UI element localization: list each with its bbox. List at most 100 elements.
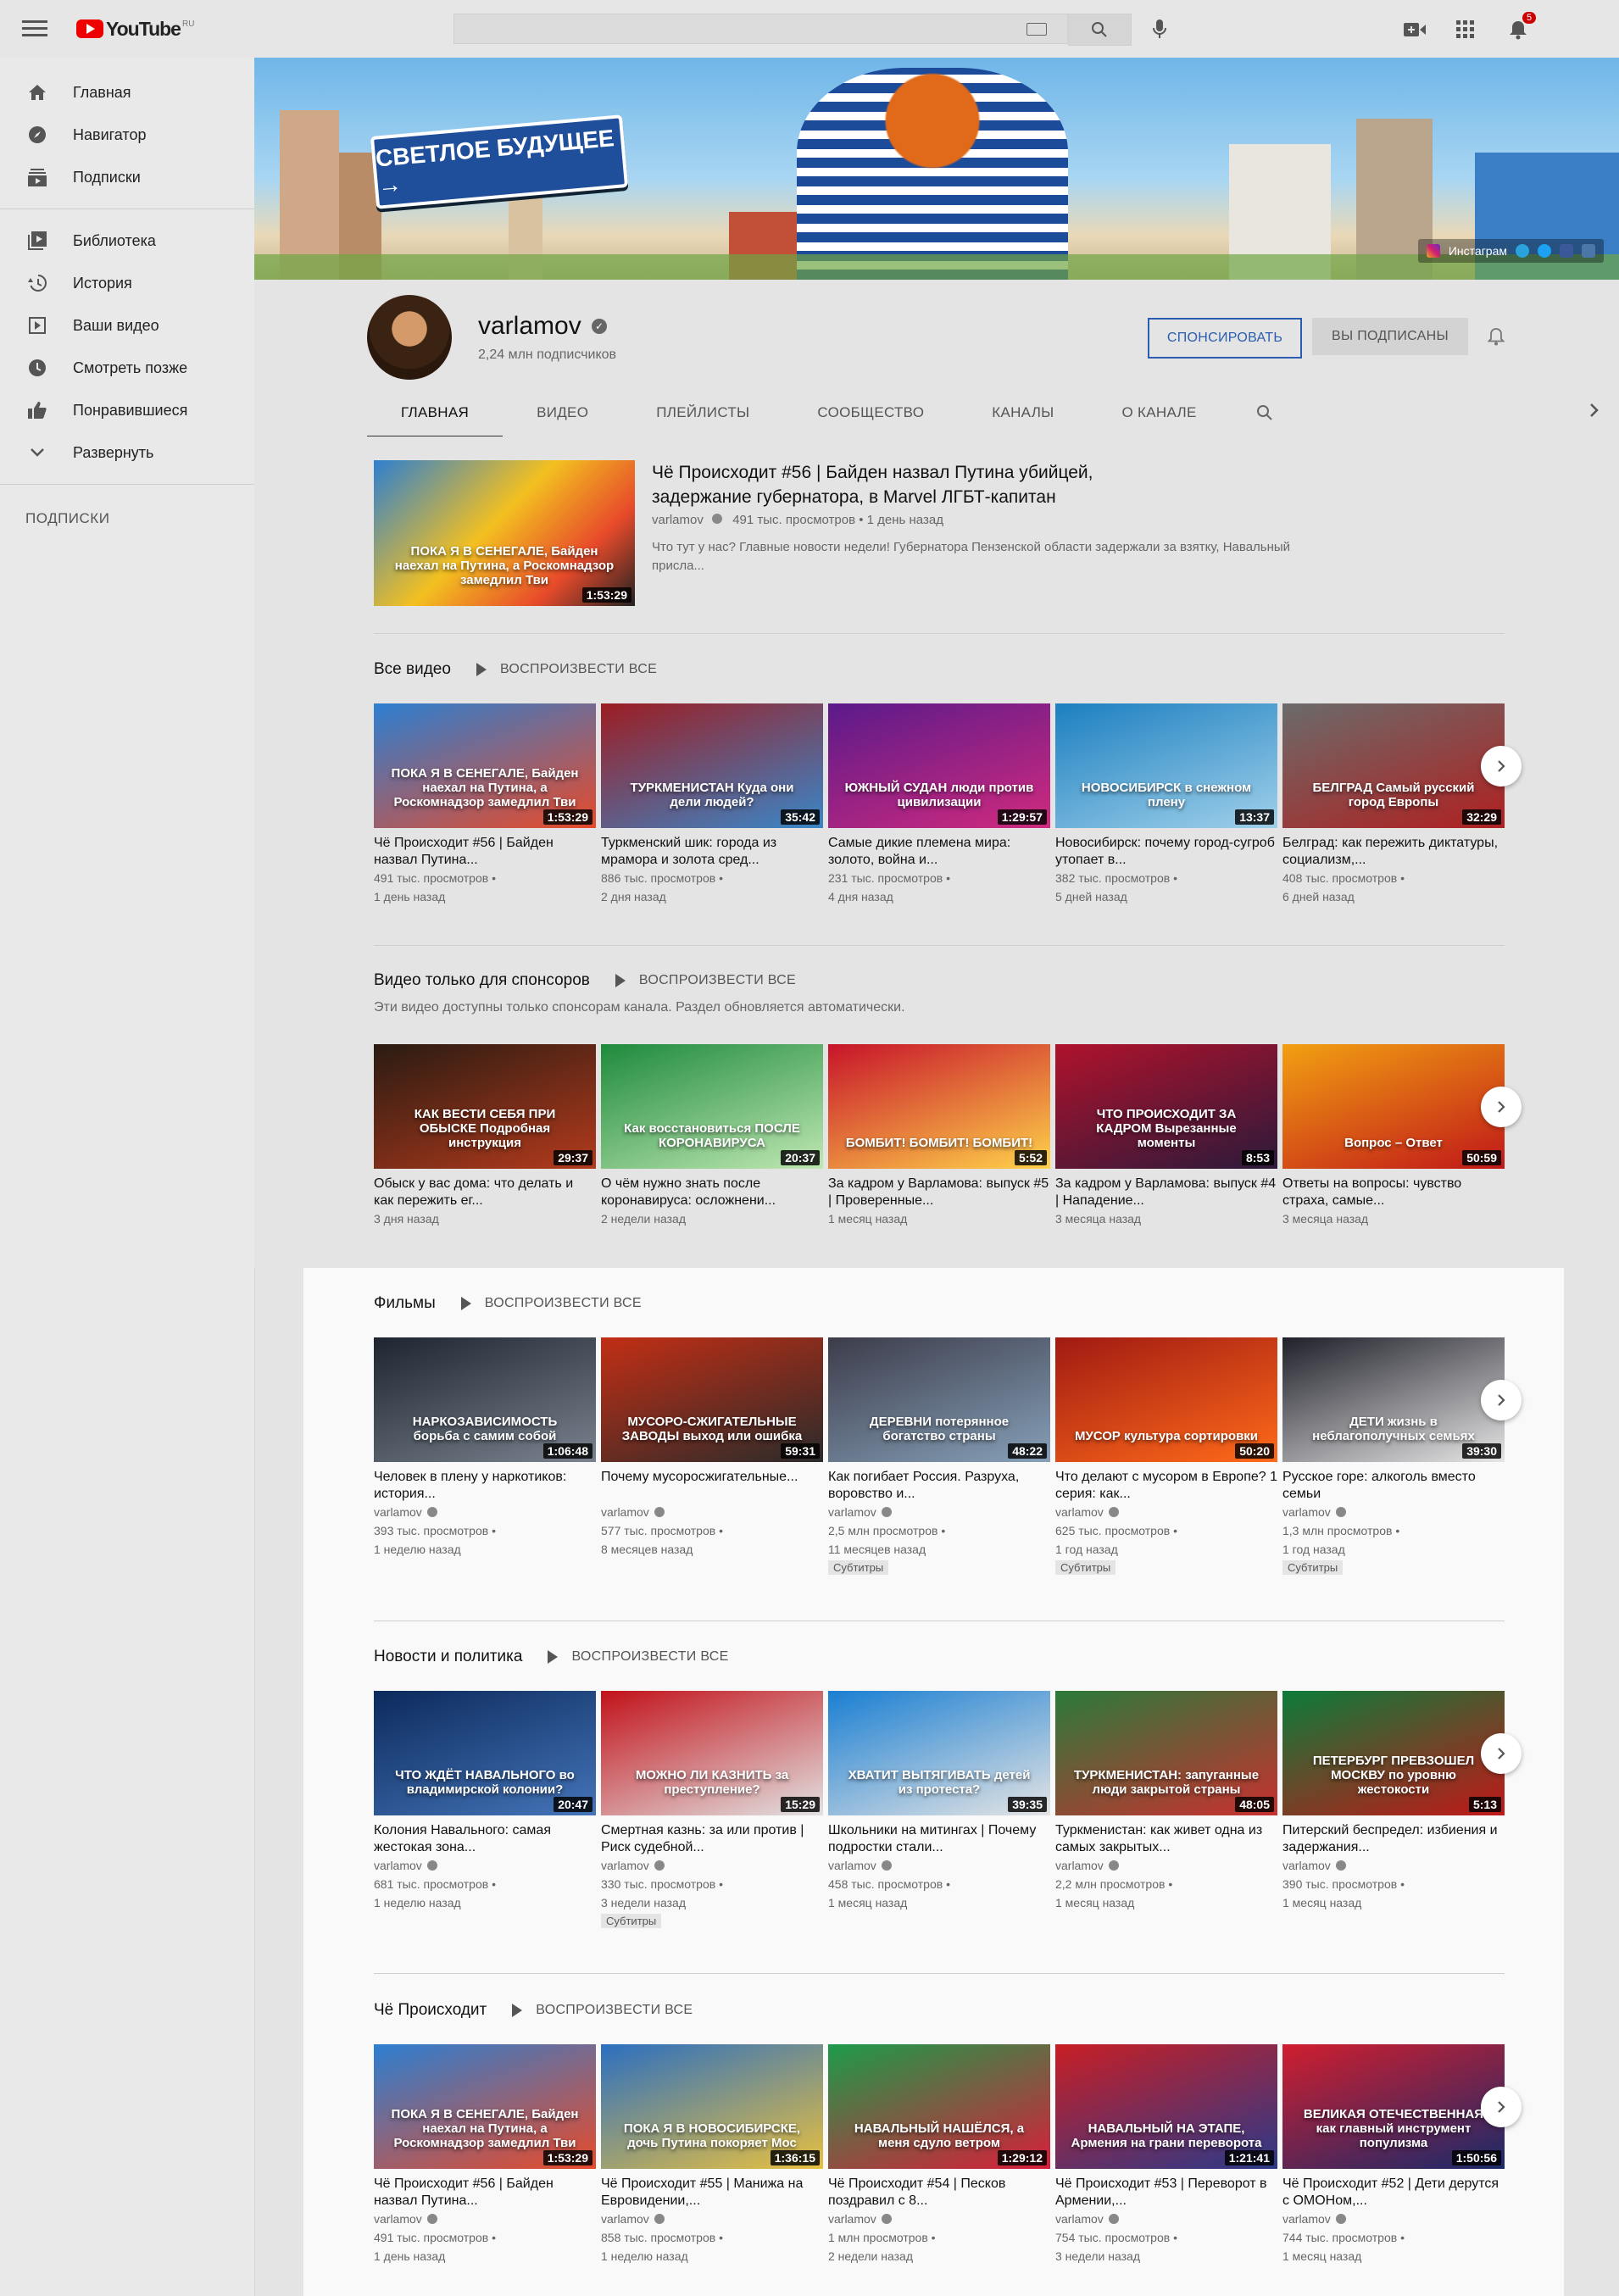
video-title[interactable]: Белград: как пережить диктатуры, социали… bbox=[1282, 835, 1505, 869]
video-title[interactable]: Самые дикие племена мира: золото, война … bbox=[828, 835, 1050, 869]
shelf-title[interactable]: Новости и политика bbox=[374, 1648, 522, 1666]
video-title[interactable]: Почему мусоросжигательные... bbox=[601, 1469, 823, 1503]
shelf-next-arrow-icon[interactable] bbox=[1481, 1733, 1522, 1774]
video-card[interactable]: ТУРКМЕНИСТАН Куда они дели людей? 35:42 … bbox=[601, 703, 823, 906]
shelf-title[interactable]: Фильмы bbox=[374, 1294, 436, 1313]
instagram-link[interactable]: Инстаграм bbox=[1449, 244, 1507, 258]
tab-community[interactable]: СООБЩЕСТВО bbox=[783, 390, 958, 436]
create-video-icon[interactable] bbox=[1402, 17, 1427, 42]
shelf-next-arrow-icon[interactable] bbox=[1481, 746, 1522, 787]
sidebar-item-history[interactable]: История bbox=[0, 262, 254, 304]
channel-name[interactable]: varlamov bbox=[828, 1503, 876, 1521]
video-title[interactable]: Чё Происходит #54 | Песков поздравил с 8… bbox=[828, 2176, 1050, 2210]
video-thumbnail[interactable]: ЧТО ЖДЁТ НАВАЛЬНОГО во владимирской коло… bbox=[374, 1691, 596, 1815]
video-title[interactable]: Чё Происходит #55 | Манижа на Евровидени… bbox=[601, 2176, 823, 2210]
video-thumbnail[interactable]: НАВАЛЬНЫЙ НА ЭТАПЕ, Армения на грани пер… bbox=[1055, 2044, 1277, 2169]
channel-name[interactable]: varlamov bbox=[601, 1856, 649, 1875]
video-title[interactable]: Ответы на вопросы: чувство страха, самые… bbox=[1282, 1176, 1505, 1209]
video-thumbnail[interactable]: НОВОСИБИРСК в снежном плену 13:37 bbox=[1055, 703, 1277, 828]
video-card[interactable]: ДЕРЕВНИ потерянное богатство страны 48:2… bbox=[828, 1337, 1050, 1576]
video-title[interactable]: Чё Происходит #52 | Дети дерутся с ОМОНо… bbox=[1282, 2176, 1505, 2210]
sidebar-item-subscriptions[interactable]: Подписки bbox=[0, 156, 254, 198]
video-card[interactable]: ПЕТЕРБУРГ ПРЕВЗОШЕЛ МОСКВУ по уровню жес… bbox=[1282, 1691, 1505, 1929]
channel-name[interactable]: varlamov bbox=[374, 1503, 422, 1521]
video-title[interactable]: Чё Происходит #56 | Байден назвал Путина… bbox=[374, 2176, 596, 2210]
video-card[interactable]: ПОКА Я В СЕНЕГАЛЕ, Байден наехал на Пути… bbox=[374, 2044, 596, 2265]
video-channel[interactable]: varlamov bbox=[601, 1503, 823, 1521]
video-thumbnail[interactable]: ДЕРЕВНИ потерянное богатство страны 48:2… bbox=[828, 1337, 1050, 1462]
sidebar-item-home[interactable]: Главная bbox=[0, 71, 254, 114]
shelf-title[interactable]: Все видео bbox=[374, 660, 451, 679]
play-all-button[interactable]: ВОСПРОИЗВЕСТИ ВСЕ bbox=[512, 2003, 693, 2018]
video-card[interactable]: ВЕЛИКАЯ ОТЕЧЕСТВЕННАЯ как главный инстру… bbox=[1282, 2044, 1505, 2265]
shelf-title[interactable]: Чё Происходит bbox=[374, 2001, 487, 2020]
video-title[interactable]: За кадром у Варламова: выпуск #4 | Напад… bbox=[1055, 1176, 1277, 1209]
channel-name[interactable]: varlamov bbox=[1055, 1856, 1104, 1875]
video-card[interactable]: ПОКА Я В НОВОСИБИРСКЕ, дочь Путина покор… bbox=[601, 2044, 823, 2265]
tab-home[interactable]: ГЛАВНАЯ bbox=[367, 390, 504, 438]
channel-name[interactable]: varlamov bbox=[374, 2210, 422, 2228]
video-title[interactable]: Обыск у вас дома: что делать и как переж… bbox=[374, 1176, 596, 1209]
play-all-button[interactable]: ВОСПРОИЗВЕСТИ ВСЕ bbox=[460, 1296, 642, 1311]
sidebar-item-expand[interactable]: Развернуть bbox=[0, 431, 254, 474]
play-all-button[interactable]: ВОСПРОИЗВЕСТИ ВСЕ bbox=[476, 662, 657, 677]
video-title[interactable]: Человек в плену у наркотиков: история... bbox=[374, 1469, 596, 1503]
video-thumbnail[interactable]: ПОКА Я В СЕНЕГАЛЕ, Байден наехал на Пути… bbox=[374, 703, 596, 828]
video-card[interactable]: ЧТО ЖДЁТ НАВАЛЬНОГО во владимирской коло… bbox=[374, 1691, 596, 1929]
video-channel[interactable]: varlamov bbox=[374, 1503, 596, 1521]
video-channel[interactable]: varlamov bbox=[374, 1856, 596, 1875]
video-channel[interactable]: varlamov bbox=[828, 2210, 1050, 2228]
video-card[interactable]: ТУРКМЕНИСТАН: запуганные люди закрытой с… bbox=[1055, 1691, 1277, 1929]
video-thumbnail[interactable]: МУСОРО-СЖИГАТЕЛЬНЫЕ ЗАВОДЫ выход или оши… bbox=[601, 1337, 823, 1462]
video-channel[interactable]: varlamov bbox=[828, 1856, 1050, 1875]
video-card[interactable]: ПОКА Я В СЕНЕГАЛЕ, Байден наехал на Пути… bbox=[374, 703, 596, 906]
play-all-button[interactable]: ВОСПРОИЗВЕСТИ ВСЕ bbox=[548, 1649, 728, 1665]
video-card[interactable]: ЮЖНЫЙ СУДАН люди против цивилизации 1:29… bbox=[828, 703, 1050, 906]
search-button[interactable] bbox=[1068, 14, 1132, 46]
video-title[interactable]: За кадром у Варламова: выпуск #5 | Прове… bbox=[828, 1176, 1050, 1209]
microphone-icon[interactable] bbox=[1146, 15, 1173, 42]
channel-name[interactable]: varlamov bbox=[652, 513, 704, 527]
featured-thumbnail[interactable]: ПОКА Я В СЕНЕГАЛЕ, Байден наехал на Пути… bbox=[374, 460, 635, 606]
tab-about[interactable]: О КАНАЛЕ bbox=[1088, 390, 1231, 436]
channel-name[interactable]: varlamov bbox=[1055, 1503, 1104, 1521]
sidebar-item-explore[interactable]: Навигатор bbox=[0, 114, 254, 156]
tab-channels[interactable]: КАНАЛЫ bbox=[958, 390, 1088, 436]
shelf-title[interactable]: Видео только для спонсоров bbox=[374, 971, 590, 990]
video-card[interactable]: Как восстановиться ПОСЛЕ КОРОНАВИРУСА 20… bbox=[601, 1044, 823, 1228]
video-card[interactable]: НОВОСИБИРСК в снежном плену 13:37 Новоси… bbox=[1055, 703, 1277, 906]
video-card[interactable]: ДЕТИ жизнь в неблагополучных семьях 39:3… bbox=[1282, 1337, 1505, 1576]
sidebar-item-watch-later[interactable]: Смотреть позже bbox=[0, 347, 254, 389]
video-channel[interactable]: varlamov bbox=[1282, 1503, 1505, 1521]
video-thumbnail[interactable]: БОМБИТ! БОМБИТ! БОМБИТ! 5:52 bbox=[828, 1044, 1050, 1169]
sidebar-item-library[interactable]: Библиотека bbox=[0, 220, 254, 262]
video-thumbnail[interactable]: ВЕЛИКАЯ ОТЕЧЕСТВЕННАЯ как главный инстру… bbox=[1282, 2044, 1505, 2169]
video-card[interactable]: БЕЛГРАД Самый русский город Европы 32:29… bbox=[1282, 703, 1505, 906]
video-thumbnail[interactable]: Вопрос – Ответ 50:59 bbox=[1282, 1044, 1505, 1169]
shelf-next-arrow-icon[interactable] bbox=[1481, 1087, 1522, 1127]
tab-videos[interactable]: ВИДЕО bbox=[503, 390, 622, 436]
channel-name[interactable]: varlamov bbox=[828, 1856, 876, 1875]
video-channel[interactable]: varlamov bbox=[601, 1856, 823, 1875]
channel-name[interactable]: varlamov bbox=[601, 1503, 649, 1521]
video-thumbnail[interactable]: БЕЛГРАД Самый русский город Европы 32:29 bbox=[1282, 703, 1505, 828]
video-thumbnail[interactable]: НАРКОЗАВИСИМОСТЬ борьба с самим собой 1:… bbox=[374, 1337, 596, 1462]
video-channel[interactable]: varlamov bbox=[1055, 1856, 1277, 1875]
video-thumbnail[interactable]: МОЖНО ЛИ КАЗНИТЬ за преступление? 15:29 bbox=[601, 1691, 823, 1815]
video-card[interactable]: МУСОР культура сортировки 50:20 Что дела… bbox=[1055, 1337, 1277, 1576]
shelf-next-arrow-icon[interactable] bbox=[1481, 1380, 1522, 1420]
apps-grid-icon[interactable] bbox=[1453, 17, 1478, 42]
video-title[interactable]: Как погибает Россия. Разруха, воровство … bbox=[828, 1469, 1050, 1503]
video-title[interactable]: Школьники на митингах | Почему подростки… bbox=[828, 1822, 1050, 1856]
channel-name[interactable]: varlamov bbox=[1282, 2210, 1331, 2228]
video-card[interactable]: МОЖНО ЛИ КАЗНИТЬ за преступление? 15:29 … bbox=[601, 1691, 823, 1929]
video-title[interactable]: Чё Происходит #56 | Байден назвал Путина… bbox=[374, 835, 596, 869]
keyboard-icon[interactable] bbox=[1026, 23, 1047, 36]
video-card[interactable]: НАВАЛЬНЫЙ НАШЁЛСЯ, а меня сдуло ветром 1… bbox=[828, 2044, 1050, 2265]
video-thumbnail[interactable]: ХВАТИТ ВЫТЯГИВАТЬ детей из протеста? 39:… bbox=[828, 1691, 1050, 1815]
video-title[interactable]: Смертная казнь: за или против | Риск суд… bbox=[601, 1822, 823, 1856]
video-card[interactable]: МУСОРО-СЖИГАТЕЛЬНЫЕ ЗАВОДЫ выход или оши… bbox=[601, 1337, 823, 1576]
video-thumbnail[interactable]: КАК ВЕСТИ СЕБЯ ПРИ ОБЫСКЕ Подробная инст… bbox=[374, 1044, 596, 1169]
video-card[interactable]: Вопрос – Ответ 50:59 Ответы на вопросы: … bbox=[1282, 1044, 1505, 1228]
video-card[interactable]: БОМБИТ! БОМБИТ! БОМБИТ! 5:52 За кадром у… bbox=[828, 1044, 1050, 1228]
